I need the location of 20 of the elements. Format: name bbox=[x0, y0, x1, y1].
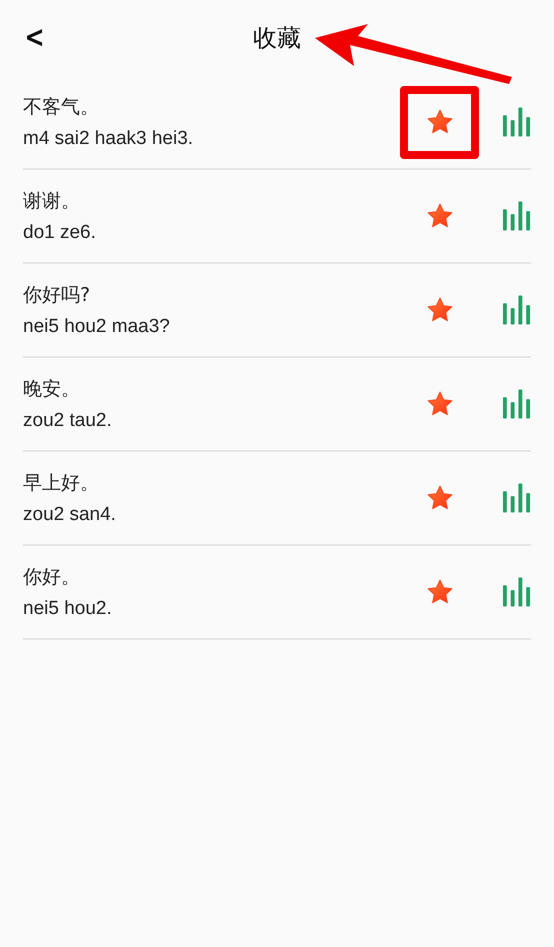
phrase-text: 你好。 bbox=[23, 565, 81, 590]
audio-bars-icon[interactable] bbox=[502, 201, 531, 231]
romanization-text: nei5 hou2 maa3? bbox=[23, 316, 171, 338]
phrase-text: 谢谢。 bbox=[23, 189, 81, 214]
phrase-text: 晚安。 bbox=[23, 377, 81, 402]
audio-bars-icon[interactable] bbox=[502, 295, 531, 325]
phrase-text: 早上好。 bbox=[23, 471, 100, 496]
romanization-text: nei5 hou2. bbox=[23, 598, 113, 620]
page-title: 收藏 bbox=[253, 23, 301, 54]
audio-bars-icon[interactable] bbox=[502, 577, 531, 607]
romanization-text: zou2 san4. bbox=[23, 504, 117, 526]
romanization-text: zou2 tau2. bbox=[23, 410, 113, 432]
romanization-text: m4 sai2 haak3 hei3. bbox=[23, 128, 194, 150]
phrase-text: 不客气。 bbox=[23, 95, 100, 120]
back-button[interactable]: < bbox=[21, 20, 48, 55]
audio-bars-icon[interactable] bbox=[502, 389, 531, 419]
phrase-text: 你好吗? bbox=[23, 283, 92, 308]
audio-bars-icon[interactable] bbox=[502, 107, 531, 137]
romanization-text: do1 ze6. bbox=[23, 222, 97, 244]
audio-bars-icon[interactable] bbox=[502, 483, 531, 513]
